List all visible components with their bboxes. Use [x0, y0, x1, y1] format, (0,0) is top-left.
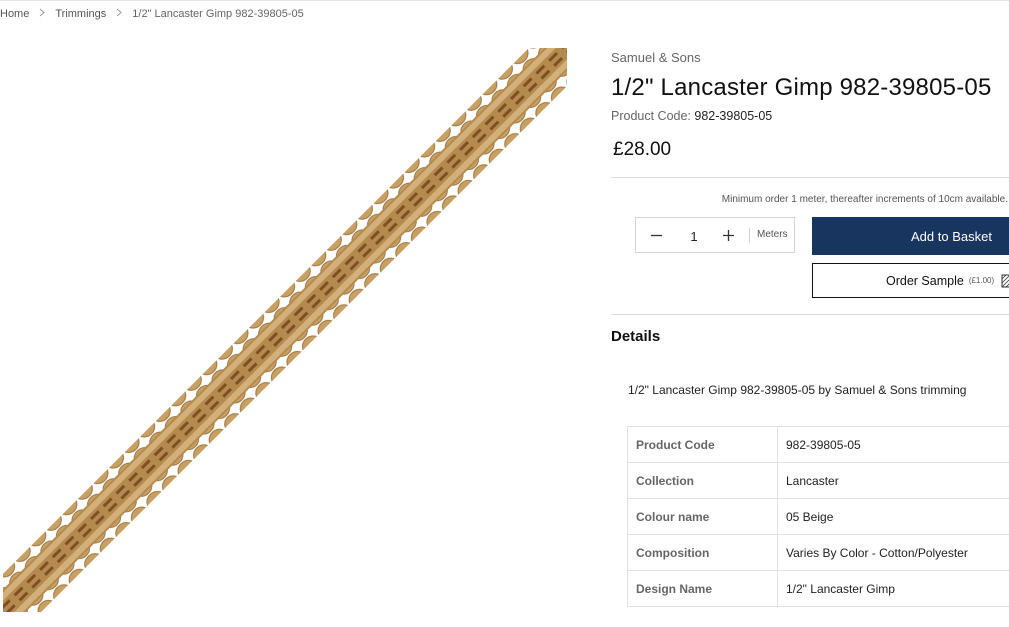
top-border	[0, 0, 1009, 1]
table-row: Collection Lancaster	[627, 462, 1009, 499]
spec-label: Product Code	[627, 426, 778, 463]
details-heading: Details	[611, 328, 661, 345]
spec-label: Colour name	[627, 498, 778, 535]
breadcrumb-home[interactable]: Home	[0, 8, 29, 20]
chevron-right-icon	[35, 8, 49, 20]
table-row: Design Name 1/2" Lancaster Gimp	[627, 570, 1009, 607]
product-price: £28.00	[613, 139, 672, 160]
spec-label: Composition	[627, 534, 778, 571]
table-row: Product Code 982-39805-05	[627, 426, 1009, 463]
spec-label: Collection	[627, 462, 778, 499]
product-description: 1/2" Lancaster Gimp 982-39805-05 by Samu…	[628, 383, 967, 397]
breadcrumb-current: 1/2" Lancaster Gimp 982-39805-05	[132, 8, 304, 20]
product-image[interactable]	[3, 48, 567, 612]
product-title: 1/2" Lancaster Gimp 982-39805-05	[611, 74, 992, 101]
breadcrumb: Home Trimmings 1/2" Lancaster Gimp 982-3…	[0, 7, 304, 21]
table-row: Composition Varies By Color - Cotton/Pol…	[627, 534, 1009, 571]
plus-icon[interactable]	[714, 218, 742, 252]
spec-value: Varies By Color - Cotton/Polyester	[777, 534, 1009, 571]
breadcrumb-trimmings[interactable]: Trimmings	[55, 8, 106, 20]
trim-braid-illustration	[3, 48, 567, 612]
divider	[611, 177, 1009, 178]
spec-value: 982-39805-05	[777, 426, 1009, 463]
spec-label: Design Name	[627, 570, 778, 607]
spec-value: 1/2" Lancaster Gimp	[777, 570, 1009, 607]
specifications-table: Product Code 982-39805-05 Collection Lan…	[627, 426, 1009, 607]
product-brand[interactable]: Samuel & Sons	[611, 50, 701, 65]
quantity-divider	[749, 228, 750, 243]
quantity-unit: Meters	[757, 229, 788, 240]
chevron-right-icon	[112, 8, 126, 20]
product-code-label: Product Code:	[611, 109, 691, 123]
sample-price: (£1.00)	[968, 276, 995, 285]
minus-icon[interactable]	[642, 218, 670, 252]
quantity-input[interactable]	[676, 226, 712, 246]
quantity-stepper: Meters	[635, 217, 795, 253]
product-code-line: Product Code: 982-39805-05	[611, 109, 772, 123]
spec-value: Lancaster	[777, 462, 1009, 499]
divider	[611, 314, 1009, 315]
product-code-value: 982-39805-05	[694, 109, 773, 123]
spec-value: 05 Beige	[777, 498, 1009, 535]
minimum-order-note: Minimum order 1 meter, thereafter increm…	[721, 194, 1008, 205]
add-to-basket-button[interactable]: Add to Basket	[812, 217, 1009, 255]
order-sample-label: Order Sample	[886, 273, 964, 288]
order-sample-button[interactable]: Order Sample (£1.00)	[812, 263, 1009, 298]
table-row: Colour name 05 Beige	[627, 498, 1009, 535]
sample-tag-icon	[1001, 274, 1009, 288]
